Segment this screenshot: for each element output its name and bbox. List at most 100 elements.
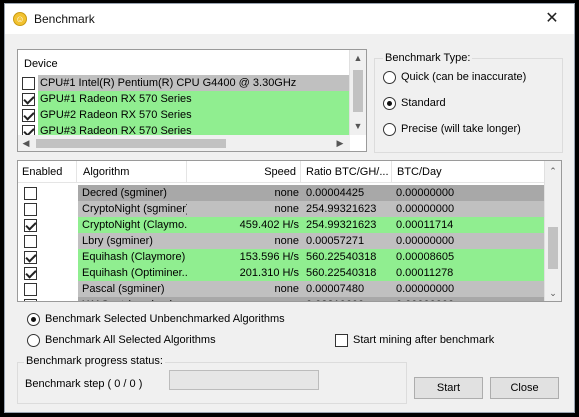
algorithm-enabled-checkbox[interactable] bbox=[24, 251, 37, 264]
algorithm-ratio: 254.99321623 bbox=[306, 203, 377, 215]
algorithm-ratio: 0.00004425 bbox=[306, 187, 365, 199]
algorithm-row[interactable]: Lbry (sgminer) none 0.00057271 0.00000000 bbox=[18, 233, 546, 249]
algorithm-name: Pascal (sgminer) bbox=[82, 283, 165, 295]
benchmark-selected-unbenchmarked-radio[interactable] bbox=[27, 313, 40, 326]
progress-bar bbox=[169, 370, 319, 390]
algorithm-btc-day: 0.00000000 bbox=[396, 297, 536, 301]
algorithm-ratio: 254.99321623 bbox=[306, 219, 377, 231]
algorithm-enabled-checkbox[interactable] bbox=[24, 283, 37, 296]
algorithm-row[interactable]: CryptoNight (sgminer) none 254.99321623 0.0… bbox=[18, 201, 546, 217]
device-label: GPU#2 Radeon RX 570 Series bbox=[38, 107, 350, 123]
benchmark-type-option-label[interactable]: Standard bbox=[401, 97, 446, 109]
column-ratio[interactable]: Ratio BTC/GH/... bbox=[302, 161, 392, 183]
device-label: CPU#1 Intel(R) Pentium(R) CPU G4400 @ 3.… bbox=[38, 75, 350, 91]
device-label: GPU#1 Radeon RX 570 Series bbox=[38, 91, 350, 107]
device-list[interactable]: Device CPU#1 Intel(R) Pentium(R) CPU G44… bbox=[17, 49, 367, 152]
algorithm-speed: none bbox=[274, 187, 299, 199]
title-bar: ☺ Benchmark ✕ bbox=[5, 4, 574, 34]
scroll-thumb[interactable] bbox=[353, 70, 363, 112]
algorithm-enabled-checkbox[interactable] bbox=[24, 299, 37, 301]
close-button[interactable]: Close bbox=[490, 377, 559, 399]
column-speed[interactable]: Speed bbox=[188, 161, 301, 183]
start-mining-checkbox[interactable] bbox=[335, 334, 348, 347]
algorithm-name: CryptoNight (Claymo... bbox=[82, 219, 187, 231]
scroll-up-icon[interactable]: ⌃ bbox=[545, 163, 561, 179]
device-row[interactable]: GPU#2 Radeon RX 570 Series bbox=[18, 107, 350, 123]
algorithm-table-header: Enabled Algorithm Speed Ratio BTC/GH/...… bbox=[18, 161, 546, 183]
benchmark-all-selected-radio[interactable] bbox=[27, 334, 40, 347]
device-row[interactable]: GPU#1 Radeon RX 570 Series bbox=[18, 91, 350, 107]
app-logo-icon: ☺ bbox=[13, 12, 27, 26]
benchmark-window: ☺ Benchmark ✕ Device CPU#1 Intel(R) Pent… bbox=[4, 3, 575, 413]
benchmark-step-text: Benchmark step ( 0 / 0 ) bbox=[25, 378, 143, 390]
column-btc-day[interactable]: BTC/Day bbox=[393, 161, 546, 183]
scroll-left-icon[interactable]: ◀ bbox=[18, 135, 34, 151]
progress-status-label: Benchmark progress status: bbox=[24, 355, 165, 367]
algorithm-name: Equihash (Optiminer... bbox=[82, 267, 187, 279]
algorithm-row[interactable]: X11Gost (sgminer)none 0.02210600 0.0000000… bbox=[18, 297, 546, 301]
start-button[interactable]: Start bbox=[414, 377, 483, 399]
algorithm-speed: none bbox=[274, 283, 299, 295]
algorithm-row[interactable]: Pascal (sgminer) none 0.00007480 0.00000000 bbox=[18, 281, 546, 297]
benchmark-type-radio[interactable] bbox=[383, 97, 396, 110]
algorithm-btc-day: 0.00011278 bbox=[396, 267, 454, 279]
algorithm-enabled-checkbox[interactable] bbox=[24, 235, 37, 248]
benchmark-type-option-label[interactable]: Precise (will take longer) bbox=[401, 123, 521, 135]
scroll-up-icon[interactable]: ▲ bbox=[350, 50, 366, 66]
algorithm-ratio: 560.22540318 bbox=[306, 267, 377, 279]
benchmark-type-label: Benchmark Type: bbox=[383, 52, 473, 64]
scroll-down-icon[interactable]: ⌄ bbox=[545, 285, 561, 301]
benchmark-type-option-label[interactable]: Quick (can be inaccurate) bbox=[401, 71, 526, 83]
algorithm-speed: none bbox=[188, 297, 299, 301]
scroll-thumb-horizontal[interactable] bbox=[36, 139, 226, 148]
algorithm-enabled-checkbox[interactable] bbox=[24, 267, 37, 280]
device-horizontal-scrollbar[interactable]: ◀ ▶ bbox=[18, 135, 350, 151]
device-checkbox[interactable] bbox=[22, 109, 35, 122]
algorithm-speed: 153.596 H/s bbox=[239, 251, 299, 263]
algorithm-btc-day: 0.00011714 bbox=[396, 219, 454, 231]
scroll-thumb[interactable] bbox=[548, 227, 558, 269]
algorithm-btc-day: 0.00008605 bbox=[396, 251, 455, 263]
algorithm-btc-day: 0.00000000 bbox=[396, 235, 455, 247]
algorithm-ratio: 0.00007480 bbox=[306, 283, 365, 295]
scroll-right-icon[interactable]: ▶ bbox=[332, 135, 348, 151]
algorithm-name: Lbry (sgminer) bbox=[82, 235, 153, 247]
algorithm-speed: none bbox=[274, 203, 299, 215]
column-algorithm[interactable]: Algorithm bbox=[79, 161, 187, 183]
window-close-button[interactable]: ✕ bbox=[530, 4, 574, 34]
algorithm-vertical-scrollbar[interactable]: ⌃ ⌄ bbox=[544, 161, 561, 301]
device-checkbox[interactable] bbox=[22, 77, 35, 90]
benchmark-selected-unbenchmarked-label[interactable]: Benchmark Selected Unbenchmarked Algorit… bbox=[45, 313, 285, 325]
algorithm-row[interactable]: Equihash (Optiminer... 201.310 H/s 560.225… bbox=[18, 265, 546, 281]
algorithm-row[interactable]: Equihash (Claymore) 153.596 H/s 560.225403… bbox=[18, 249, 546, 265]
algorithm-enabled-checkbox[interactable] bbox=[24, 219, 37, 232]
device-vertical-scrollbar[interactable]: ▲ ▼ bbox=[349, 50, 366, 135]
column-enabled[interactable]: Enabled bbox=[18, 161, 77, 183]
start-mining-label[interactable]: Start mining after benchmark bbox=[353, 334, 494, 346]
algorithm-speed: 201.310 H/s bbox=[239, 267, 299, 279]
algorithm-ratio: 0.02210600 bbox=[306, 297, 392, 301]
algorithm-btc-day: 0.00000000 bbox=[396, 203, 455, 215]
algorithm-row[interactable]: CryptoNight (Claymo... 459.402 H/s 254.993… bbox=[18, 217, 546, 233]
algorithm-name: X11Gost (sgminer) bbox=[82, 297, 187, 301]
benchmark-type-radio[interactable] bbox=[383, 123, 396, 136]
algorithm-btc-day: 0.00000000 bbox=[396, 187, 455, 199]
device-checkbox[interactable] bbox=[22, 93, 35, 106]
algorithm-enabled-checkbox[interactable] bbox=[24, 203, 37, 216]
algorithm-list[interactable]: Enabled Algorithm Speed Ratio BTC/GH/...… bbox=[17, 160, 562, 302]
device-header: Device bbox=[24, 58, 58, 70]
device-row[interactable]: CPU#1 Intel(R) Pentium(R) CPU G4400 @ 3.… bbox=[18, 75, 350, 91]
algorithm-speed: 459.402 H/s bbox=[239, 219, 299, 231]
algorithm-ratio: 0.00057271 bbox=[306, 235, 365, 247]
algorithm-btc-day: 0.00000000 bbox=[396, 283, 455, 295]
benchmark-type-radio[interactable] bbox=[383, 71, 396, 84]
algorithm-ratio: 560.22540318 bbox=[306, 251, 377, 263]
algorithm-row[interactable]: Decred (sgminer) none 0.00004425 0.00000000 bbox=[18, 185, 546, 201]
benchmark-all-selected-label[interactable]: Benchmark All Selected Algorithms bbox=[45, 334, 216, 346]
window-title: Benchmark bbox=[34, 12, 95, 26]
algorithm-name: Equihash (Claymore) bbox=[82, 251, 186, 263]
scroll-down-icon[interactable]: ▼ bbox=[350, 118, 366, 134]
algorithm-enabled-checkbox[interactable] bbox=[24, 187, 37, 200]
algorithm-name: CryptoNight (sgminer) bbox=[82, 203, 187, 215]
algorithm-speed: none bbox=[274, 235, 299, 247]
